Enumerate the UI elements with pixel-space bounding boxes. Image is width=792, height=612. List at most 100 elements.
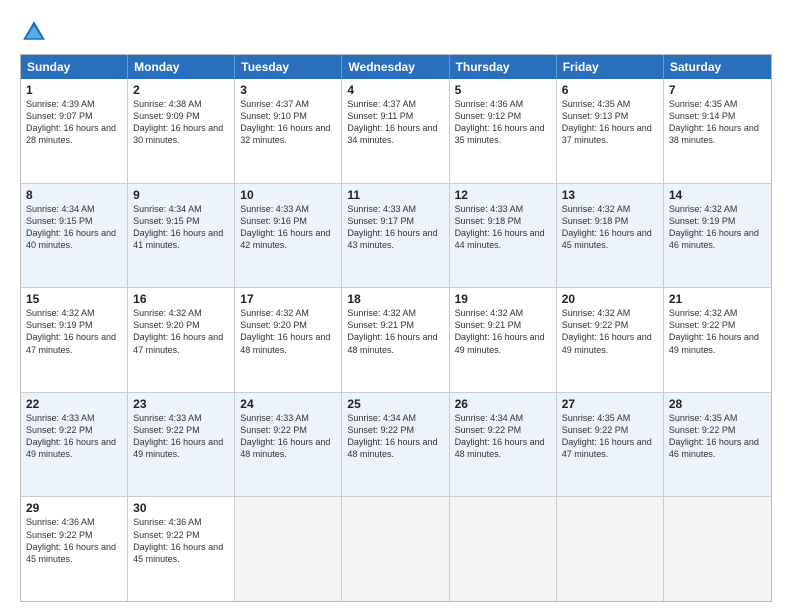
calendar-cell: 23Sunrise: 4:33 AMSunset: 9:22 PMDayligh… xyxy=(128,393,235,497)
cell-sun-info: Sunrise: 4:33 AMSunset: 9:22 PMDaylight:… xyxy=(240,412,336,461)
cell-sun-info: Sunrise: 4:33 AMSunset: 9:16 PMDaylight:… xyxy=(240,203,336,252)
calendar-header-tuesday: Tuesday xyxy=(235,55,342,79)
calendar-cell: 3Sunrise: 4:37 AMSunset: 9:10 PMDaylight… xyxy=(235,79,342,183)
page: SundayMondayTuesdayWednesdayThursdayFrid… xyxy=(0,0,792,612)
cell-sun-info: Sunrise: 4:33 AMSunset: 9:22 PMDaylight:… xyxy=(26,412,122,461)
calendar-cell xyxy=(450,497,557,601)
calendar-cell: 11Sunrise: 4:33 AMSunset: 9:17 PMDayligh… xyxy=(342,184,449,288)
calendar-cell: 13Sunrise: 4:32 AMSunset: 9:18 PMDayligh… xyxy=(557,184,664,288)
day-number: 14 xyxy=(669,188,766,202)
header xyxy=(20,18,772,46)
calendar-cell: 30Sunrise: 4:36 AMSunset: 9:22 PMDayligh… xyxy=(128,497,235,601)
cell-sun-info: Sunrise: 4:38 AMSunset: 9:09 PMDaylight:… xyxy=(133,98,229,147)
day-number: 23 xyxy=(133,397,229,411)
calendar-week-4: 22Sunrise: 4:33 AMSunset: 9:22 PMDayligh… xyxy=(21,392,771,497)
cell-sun-info: Sunrise: 4:36 AMSunset: 9:12 PMDaylight:… xyxy=(455,98,551,147)
calendar-cell: 5Sunrise: 4:36 AMSunset: 9:12 PMDaylight… xyxy=(450,79,557,183)
day-number: 27 xyxy=(562,397,658,411)
day-number: 20 xyxy=(562,292,658,306)
cell-sun-info: Sunrise: 4:34 AMSunset: 9:22 PMDaylight:… xyxy=(455,412,551,461)
cell-sun-info: Sunrise: 4:35 AMSunset: 9:22 PMDaylight:… xyxy=(669,412,766,461)
calendar-cell: 17Sunrise: 4:32 AMSunset: 9:20 PMDayligh… xyxy=(235,288,342,392)
logo xyxy=(20,18,52,46)
calendar-cell: 1Sunrise: 4:39 AMSunset: 9:07 PMDaylight… xyxy=(21,79,128,183)
cell-sun-info: Sunrise: 4:33 AMSunset: 9:22 PMDaylight:… xyxy=(133,412,229,461)
calendar-cell: 26Sunrise: 4:34 AMSunset: 9:22 PMDayligh… xyxy=(450,393,557,497)
cell-sun-info: Sunrise: 4:35 AMSunset: 9:14 PMDaylight:… xyxy=(669,98,766,147)
calendar-header-wednesday: Wednesday xyxy=(342,55,449,79)
calendar-header: SundayMondayTuesdayWednesdayThursdayFrid… xyxy=(21,55,771,79)
cell-sun-info: Sunrise: 4:37 AMSunset: 9:11 PMDaylight:… xyxy=(347,98,443,147)
cell-sun-info: Sunrise: 4:32 AMSunset: 9:18 PMDaylight:… xyxy=(562,203,658,252)
calendar-cell: 14Sunrise: 4:32 AMSunset: 9:19 PMDayligh… xyxy=(664,184,771,288)
day-number: 8 xyxy=(26,188,122,202)
day-number: 25 xyxy=(347,397,443,411)
calendar: SundayMondayTuesdayWednesdayThursdayFrid… xyxy=(20,54,772,602)
calendar-cell: 25Sunrise: 4:34 AMSunset: 9:22 PMDayligh… xyxy=(342,393,449,497)
calendar-cell xyxy=(557,497,664,601)
calendar-cell: 27Sunrise: 4:35 AMSunset: 9:22 PMDayligh… xyxy=(557,393,664,497)
day-number: 24 xyxy=(240,397,336,411)
day-number: 3 xyxy=(240,83,336,97)
day-number: 21 xyxy=(669,292,766,306)
cell-sun-info: Sunrise: 4:32 AMSunset: 9:21 PMDaylight:… xyxy=(347,307,443,356)
cell-sun-info: Sunrise: 4:34 AMSunset: 9:22 PMDaylight:… xyxy=(347,412,443,461)
calendar-week-2: 8Sunrise: 4:34 AMSunset: 9:15 PMDaylight… xyxy=(21,183,771,288)
cell-sun-info: Sunrise: 4:32 AMSunset: 9:19 PMDaylight:… xyxy=(26,307,122,356)
cell-sun-info: Sunrise: 4:35 AMSunset: 9:22 PMDaylight:… xyxy=(562,412,658,461)
day-number: 9 xyxy=(133,188,229,202)
calendar-cell: 18Sunrise: 4:32 AMSunset: 9:21 PMDayligh… xyxy=(342,288,449,392)
calendar-cell xyxy=(235,497,342,601)
day-number: 19 xyxy=(455,292,551,306)
calendar-cell: 2Sunrise: 4:38 AMSunset: 9:09 PMDaylight… xyxy=(128,79,235,183)
day-number: 22 xyxy=(26,397,122,411)
cell-sun-info: Sunrise: 4:34 AMSunset: 9:15 PMDaylight:… xyxy=(133,203,229,252)
day-number: 18 xyxy=(347,292,443,306)
day-number: 13 xyxy=(562,188,658,202)
day-number: 17 xyxy=(240,292,336,306)
cell-sun-info: Sunrise: 4:33 AMSunset: 9:18 PMDaylight:… xyxy=(455,203,551,252)
cell-sun-info: Sunrise: 4:32 AMSunset: 9:22 PMDaylight:… xyxy=(562,307,658,356)
cell-sun-info: Sunrise: 4:37 AMSunset: 9:10 PMDaylight:… xyxy=(240,98,336,147)
calendar-cell: 24Sunrise: 4:33 AMSunset: 9:22 PMDayligh… xyxy=(235,393,342,497)
cell-sun-info: Sunrise: 4:32 AMSunset: 9:20 PMDaylight:… xyxy=(240,307,336,356)
calendar-week-3: 15Sunrise: 4:32 AMSunset: 9:19 PMDayligh… xyxy=(21,287,771,392)
cell-sun-info: Sunrise: 4:39 AMSunset: 9:07 PMDaylight:… xyxy=(26,98,122,147)
calendar-cell: 28Sunrise: 4:35 AMSunset: 9:22 PMDayligh… xyxy=(664,393,771,497)
day-number: 6 xyxy=(562,83,658,97)
calendar-header-thursday: Thursday xyxy=(450,55,557,79)
calendar-cell: 12Sunrise: 4:33 AMSunset: 9:18 PMDayligh… xyxy=(450,184,557,288)
day-number: 1 xyxy=(26,83,122,97)
cell-sun-info: Sunrise: 4:32 AMSunset: 9:20 PMDaylight:… xyxy=(133,307,229,356)
calendar-cell: 16Sunrise: 4:32 AMSunset: 9:20 PMDayligh… xyxy=(128,288,235,392)
cell-sun-info: Sunrise: 4:34 AMSunset: 9:15 PMDaylight:… xyxy=(26,203,122,252)
calendar-cell: 4Sunrise: 4:37 AMSunset: 9:11 PMDaylight… xyxy=(342,79,449,183)
calendar-week-1: 1Sunrise: 4:39 AMSunset: 9:07 PMDaylight… xyxy=(21,79,771,183)
calendar-header-saturday: Saturday xyxy=(664,55,771,79)
cell-sun-info: Sunrise: 4:32 AMSunset: 9:19 PMDaylight:… xyxy=(669,203,766,252)
calendar-cell: 29Sunrise: 4:36 AMSunset: 9:22 PMDayligh… xyxy=(21,497,128,601)
calendar-cell: 9Sunrise: 4:34 AMSunset: 9:15 PMDaylight… xyxy=(128,184,235,288)
calendar-header-monday: Monday xyxy=(128,55,235,79)
calendar-cell: 22Sunrise: 4:33 AMSunset: 9:22 PMDayligh… xyxy=(21,393,128,497)
day-number: 28 xyxy=(669,397,766,411)
day-number: 12 xyxy=(455,188,551,202)
day-number: 5 xyxy=(455,83,551,97)
calendar-cell: 19Sunrise: 4:32 AMSunset: 9:21 PMDayligh… xyxy=(450,288,557,392)
cell-sun-info: Sunrise: 4:35 AMSunset: 9:13 PMDaylight:… xyxy=(562,98,658,147)
day-number: 7 xyxy=(669,83,766,97)
calendar-cell: 6Sunrise: 4:35 AMSunset: 9:13 PMDaylight… xyxy=(557,79,664,183)
calendar-cell: 10Sunrise: 4:33 AMSunset: 9:16 PMDayligh… xyxy=(235,184,342,288)
cell-sun-info: Sunrise: 4:32 AMSunset: 9:22 PMDaylight:… xyxy=(669,307,766,356)
calendar-body: 1Sunrise: 4:39 AMSunset: 9:07 PMDaylight… xyxy=(21,79,771,601)
day-number: 2 xyxy=(133,83,229,97)
calendar-cell: 21Sunrise: 4:32 AMSunset: 9:22 PMDayligh… xyxy=(664,288,771,392)
day-number: 29 xyxy=(26,501,122,515)
calendar-header-friday: Friday xyxy=(557,55,664,79)
day-number: 16 xyxy=(133,292,229,306)
logo-icon xyxy=(20,18,48,46)
calendar-cell: 20Sunrise: 4:32 AMSunset: 9:22 PMDayligh… xyxy=(557,288,664,392)
day-number: 10 xyxy=(240,188,336,202)
cell-sun-info: Sunrise: 4:32 AMSunset: 9:21 PMDaylight:… xyxy=(455,307,551,356)
calendar-cell xyxy=(342,497,449,601)
